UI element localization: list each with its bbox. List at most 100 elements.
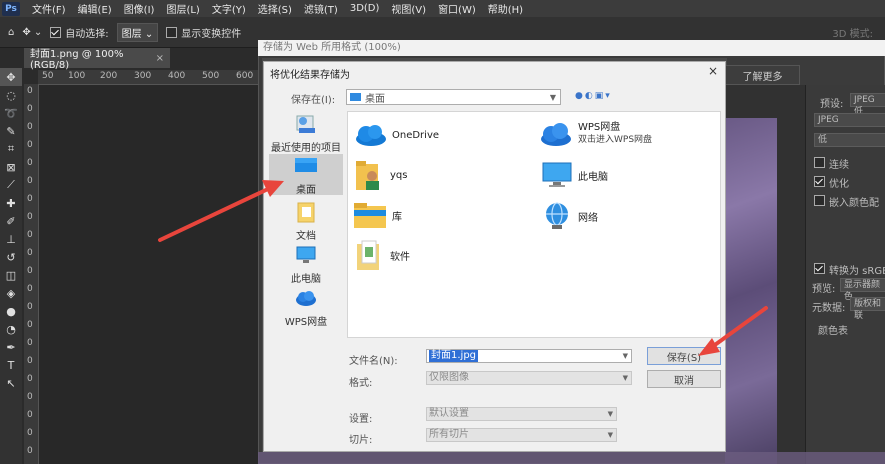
place-computer-label: 此电脑	[291, 274, 321, 285]
ruler-tick: 0	[27, 248, 33, 258]
place-wps[interactable]: WPS网盘	[269, 286, 343, 328]
learn-more-button[interactable]: 了解更多	[725, 65, 800, 85]
canvas-area[interactable]	[39, 85, 260, 464]
home-icon[interactable]: ⌂	[8, 27, 14, 38]
convert-srgb-checkbox[interactable]	[814, 263, 825, 274]
place-desktop[interactable]: 桌面	[269, 154, 343, 196]
optimized-checkbox[interactable]	[814, 176, 825, 187]
list-item-pc[interactable]: 此电脑	[540, 160, 608, 190]
filename-input[interactable]: 封面1.jpg ▼	[426, 349, 632, 363]
pen-tool-icon[interactable]: ✒	[0, 338, 22, 356]
ruler-tick: 0	[27, 338, 33, 348]
cancel-button[interactable]: 取消	[647, 370, 721, 388]
save-in-dropdown[interactable]: 桌面 ▼	[346, 89, 561, 105]
menu-type[interactable]: 文字(Y)	[206, 1, 252, 16]
list-item-software[interactable]: 软件	[354, 238, 410, 272]
save-in-label: 保存在(I):	[291, 95, 336, 106]
ruler-tick: 400	[168, 71, 186, 81]
ruler-tick: 0	[27, 212, 33, 222]
menu-edit[interactable]: 编辑(E)	[72, 1, 118, 16]
list-item-onedrive[interactable]: OneDrive	[352, 122, 439, 148]
progressive-checkbox[interactable]	[814, 157, 825, 168]
place-recent[interactable]: 最近使用的项目	[269, 112, 343, 154]
dodge-tool-icon[interactable]: ◔	[0, 320, 22, 338]
metadata-dropdown[interactable]: 版权和联	[850, 297, 885, 321]
ruler-tick: 0	[27, 428, 33, 438]
auto-select-label: 自动选择:	[65, 28, 109, 40]
marquee-tool-icon[interactable]: ◌	[0, 86, 22, 104]
settings-dropdown[interactable]: 默认设置 ▼	[426, 407, 617, 421]
brush-tool-icon[interactable]: ✐	[0, 212, 22, 230]
list-item-library[interactable]: 库	[352, 200, 402, 230]
embed-profile-checkbox[interactable]	[814, 195, 825, 206]
list-item-yqs[interactable]: yqs	[354, 158, 407, 192]
place-computer[interactable]: 此电脑	[269, 243, 343, 285]
software-label: 软件	[390, 251, 410, 263]
filename-value: 封面1.jpg	[429, 350, 479, 362]
menu-select[interactable]: 选择(S)	[252, 1, 298, 16]
preset-label: 预设:	[820, 99, 844, 110]
menu-file[interactable]: 文件(F)	[26, 1, 72, 16]
close-tab-icon[interactable]: ×	[156, 53, 164, 64]
path-select-icon[interactable]: ↖	[0, 374, 22, 392]
menu-window[interactable]: 窗口(W)	[432, 1, 482, 16]
onedrive-label: OneDrive	[392, 129, 440, 141]
slices-dropdown[interactable]: 所有切片 ▼	[426, 428, 617, 442]
list-item-network[interactable]: 网络	[540, 200, 598, 232]
paint-bucket-icon[interactable]: ◈	[0, 284, 22, 302]
close-icon[interactable]: ×	[708, 64, 718, 78]
auto-select-dropdown[interactable]: 图层 ⌄	[116, 22, 159, 42]
documents-icon	[297, 202, 315, 223]
lasso-tool-icon[interactable]: ➰	[0, 104, 22, 122]
menu-help[interactable]: 帮助(H)	[482, 1, 529, 16]
recent-icon	[296, 115, 315, 133]
type-tool-icon[interactable]: T	[0, 356, 22, 374]
show-transform-label: 显示变换控件	[181, 28, 242, 40]
horizontal-ruler: 50 100 200 300 400 500 600	[38, 70, 260, 85]
vertical-ruler: 0 0 0 0 0 0 0 0 0 0 0 0 0 0 0 0 0 0 0 0 …	[24, 84, 39, 464]
ruler-tick: 0	[27, 176, 33, 186]
blur-tool-icon[interactable]: ●	[0, 302, 22, 320]
ruler-tick: 0	[27, 320, 33, 330]
ruler-tick: 100	[68, 71, 86, 81]
dialog-title: 将优化结果存储为	[270, 70, 350, 81]
menu-filter[interactable]: 滤镜(T)	[298, 1, 344, 16]
list-item-wps[interactable]: WPS网盘 双击进入WPS网盘	[538, 120, 652, 148]
frame-tool-icon[interactable]: ⊠	[0, 158, 22, 176]
quick-select-icon[interactable]: ✎	[0, 122, 22, 140]
navigation-toolbar-icons[interactable]: ●◐▣▾	[575, 91, 612, 101]
ruler-tick: 0	[27, 104, 33, 114]
move-tool-icon[interactable]: ✥	[0, 68, 22, 86]
healing-brush-icon[interactable]: ✚	[0, 194, 22, 212]
preview-dropdown[interactable]: 显示器颜色	[840, 278, 885, 302]
format-dropdown[interactable]: 仅限图像 ▼	[426, 371, 632, 385]
eraser-icon[interactable]: ◫	[0, 266, 22, 284]
ruler-tick: 0	[27, 194, 33, 204]
preset-dropdown[interactable]: JPEG 低	[850, 93, 885, 117]
embed-profile-label: 嵌入颜色配	[829, 198, 879, 209]
save-button[interactable]: 保存(S)	[647, 347, 721, 365]
network-icon	[546, 202, 568, 229]
auto-select-checkbox[interactable]	[50, 26, 62, 38]
crop-tool-icon[interactable]: ⌗	[0, 140, 22, 158]
document-tab[interactable]: 封面1.png @ 100%(RGB/8) ×	[24, 48, 170, 71]
show-transform-checkbox[interactable]	[166, 26, 178, 38]
quality-dropdown[interactable]: 低	[814, 133, 885, 147]
stamp-tool-icon[interactable]: ⊥	[0, 230, 22, 248]
wps-cloud-icon	[296, 291, 316, 306]
desktop-icon	[295, 158, 317, 172]
menu-3d[interactable]: 3D(D)	[344, 3, 386, 14]
ruler-tick: 500	[202, 71, 220, 81]
document-tab-label: 封面1.png @ 100%(RGB/8)	[30, 49, 124, 71]
menu-view[interactable]: 视图(V)	[385, 1, 432, 16]
eyedropper-icon[interactable]: ⟋	[0, 176, 22, 194]
wps-sublabel: 双击进入WPS网盘	[578, 135, 653, 145]
menu-layer[interactable]: 图层(L)	[160, 1, 205, 16]
format-dropdown[interactable]: JPEG	[814, 113, 885, 127]
history-brush-icon[interactable]: ↺	[0, 248, 22, 266]
menu-image[interactable]: 图像(I)	[118, 1, 161, 16]
chevron-down-icon: ▼	[607, 431, 613, 439]
place-documents[interactable]: 文档	[269, 200, 343, 242]
move-tool-icon[interactable]: ✥ ⌄	[22, 27, 42, 38]
pc-label: 此电脑	[578, 171, 608, 183]
